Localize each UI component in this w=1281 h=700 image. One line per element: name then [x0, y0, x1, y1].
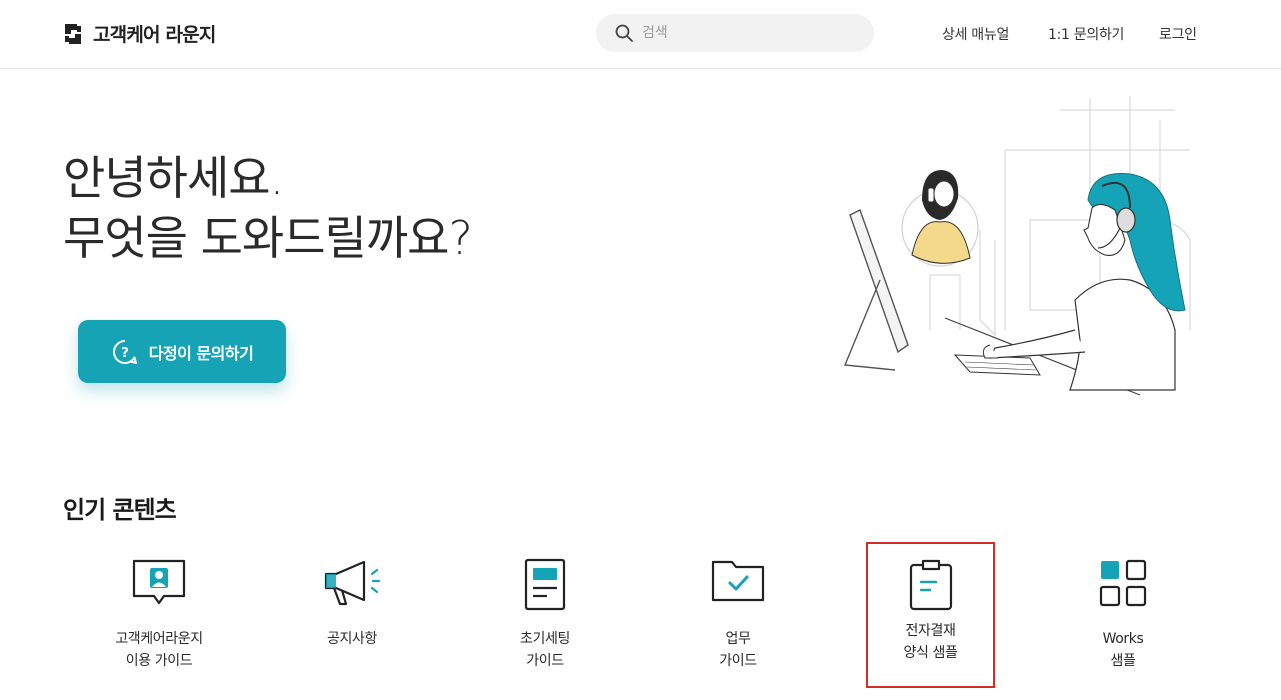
top-header: 고객케어 라운지 상세 매뉴얼 1:1 문의하기 로그인 — [0, 0, 1281, 69]
folder-check-icon — [711, 560, 765, 602]
popular-contents-list: 고객케어라운지 이용 가이드 공지사항 초기세팅 가이드 업무 가이드 전자결재… — [61, 542, 1221, 688]
popular-item-label-3a: 초기세팅 — [520, 631, 570, 647]
popular-item-label-6b: 샘플 — [1110, 653, 1136, 669]
megaphone-icon — [324, 560, 381, 606]
question-bubble-icon: ? — [112, 339, 137, 364]
popular-item-label-4a: 업무 — [725, 631, 751, 647]
popular-item-label-6a: Works — [1102, 631, 1144, 647]
chatbot-inquiry-button[interactable]: ? 다정이 문의하기 — [78, 320, 286, 383]
monitor-user-icon — [132, 559, 186, 605]
clipboard-icon — [909, 559, 952, 611]
nav-manual-link[interactable]: 상세 매뉴얼 — [942, 24, 1009, 44]
nav-login-link[interactable]: 로그인 — [1159, 24, 1197, 44]
popular-item-initial-setup[interactable]: 초기세팅 가이드 — [447, 548, 643, 688]
hero-title-line2: 무엇을 도와드릴까요? — [63, 211, 473, 265]
popular-item-label-1b: 이용 가이드 — [125, 653, 193, 669]
popular-item-approval-sample[interactable]: 전자결재 양식 샘플 — [866, 542, 995, 688]
popular-item-label-5b: 양식 샘플 — [903, 645, 958, 661]
popular-item-work-guide[interactable]: 업무 가이드 — [640, 548, 836, 688]
document-icon — [524, 558, 566, 611]
popular-contents-title: 인기 콘텐츠 — [63, 496, 177, 524]
popular-item-label-5a: 전자결재 — [905, 623, 956, 639]
nav-inquiry-link[interactable]: 1:1 문의하기 — [1048, 24, 1124, 44]
grid-icon — [1099, 559, 1147, 607]
search-icon — [615, 24, 633, 42]
hero-title-line1: 안녕하세요. — [63, 151, 284, 205]
popular-item-works-sample[interactable]: Works 샘플 — [1025, 548, 1221, 688]
popular-item-lounge-guide[interactable]: 고객케어라운지 이용 가이드 — [61, 548, 257, 688]
popular-item-label-2a: 공지사항 — [327, 631, 377, 647]
svg-text:?: ? — [121, 346, 129, 361]
popular-item-label-4b: 가이드 — [719, 653, 757, 669]
popular-item-notice[interactable]: 공지사항 — [254, 548, 450, 688]
search-input[interactable] — [642, 25, 862, 41]
logo-link[interactable]: 고객케어 라운지 — [61, 20, 216, 47]
customer-service-illustration — [843, 96, 1191, 396]
hero-title: 안녕하세요. 무엇을 도와드릴까요? — [63, 148, 473, 268]
logo-text: 고객케어 라운지 — [93, 24, 216, 46]
logo-icon — [65, 23, 81, 44]
popular-item-label-3b: 가이드 — [526, 653, 564, 669]
chatbot-inquiry-label: 다정이 문의하기 — [148, 343, 254, 363]
search-bar — [596, 14, 874, 52]
popular-item-label-1a: 고객케어라운지 — [115, 631, 203, 647]
